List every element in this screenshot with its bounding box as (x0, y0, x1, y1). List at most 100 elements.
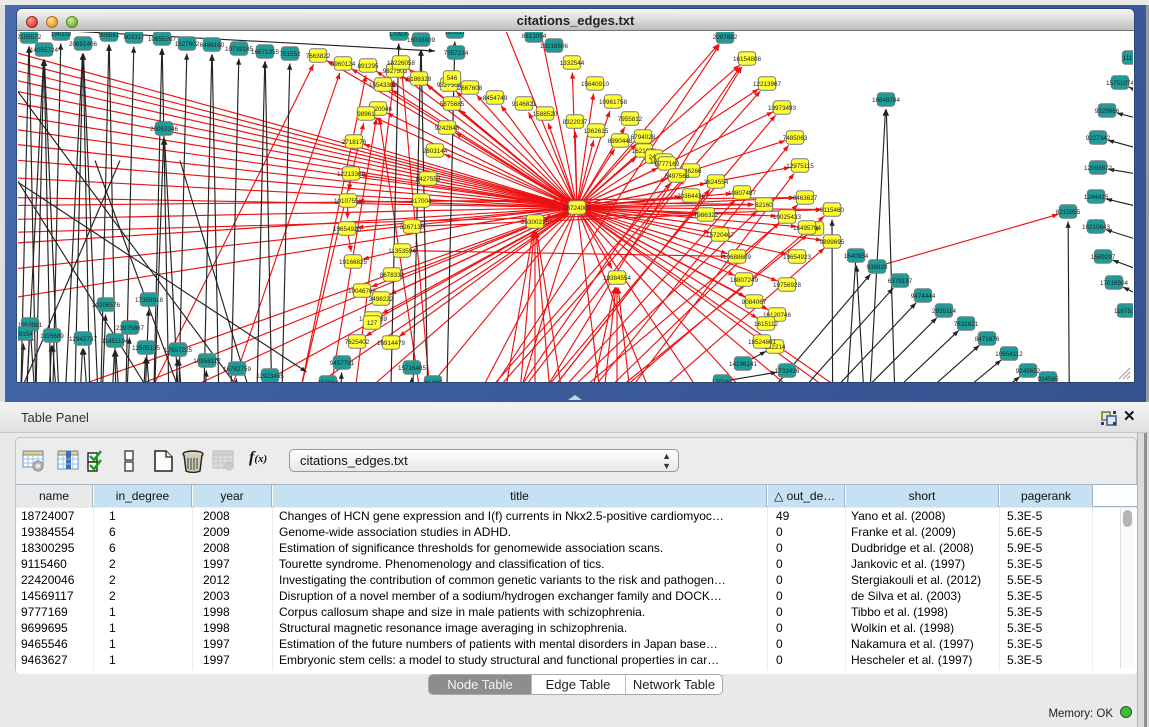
svg-text:17359918: 17359918 (135, 297, 164, 304)
svg-text:10655267: 10655267 (148, 36, 177, 43)
svg-text:16914479: 16914479 (377, 340, 406, 347)
svg-text:19166825: 19166825 (339, 259, 368, 266)
svg-text:23975867: 23975867 (116, 325, 145, 332)
svg-text:1332544: 1332544 (560, 60, 585, 67)
svg-text:14196141: 14196141 (729, 361, 758, 368)
svg-text:8427552: 8427552 (416, 176, 441, 183)
svg-text:18724007: 18724007 (563, 205, 592, 212)
svg-text:9146821: 9146821 (512, 101, 537, 108)
svg-text:25300215: 25300215 (521, 219, 550, 226)
svg-text:1615112: 1615112 (754, 321, 779, 328)
svg-text:8960124: 8960124 (331, 61, 356, 68)
svg-text:1733426: 1733426 (775, 368, 800, 375)
svg-text:1362615: 1362615 (584, 128, 609, 135)
svg-text:91405: 91405 (424, 380, 442, 382)
svg-text:20053346: 20053346 (150, 126, 179, 133)
svg-text:19384554: 19384554 (603, 275, 632, 282)
svg-text:9777169: 9777169 (655, 161, 680, 168)
svg-text:2718176: 2718176 (342, 139, 367, 146)
svg-text:190118: 190118 (51, 32, 72, 38)
svg-text:8678332: 8678332 (380, 272, 405, 279)
svg-text:8813054: 8813054 (522, 33, 547, 40)
svg-text:2867608: 2867608 (458, 85, 483, 92)
svg-text:16543382: 16543382 (369, 82, 398, 89)
svg-text:19756928: 19756928 (773, 282, 802, 289)
svg-text:10958117: 10958117 (193, 358, 221, 365)
svg-text:180317: 180317 (444, 32, 466, 36)
svg-text:6466160: 6466160 (200, 42, 225, 49)
svg-text:16210643: 16210643 (1082, 224, 1111, 231)
svg-text:751552: 751552 (279, 51, 301, 58)
svg-text:9227342: 9227342 (1086, 135, 1111, 142)
svg-text:18524861: 18524861 (748, 339, 777, 346)
svg-text:803317: 803317 (123, 34, 145, 41)
svg-text:1167533: 1167533 (1114, 308, 1133, 315)
svg-text:12213369: 12213369 (337, 171, 366, 178)
svg-text:2935114: 2935114 (932, 308, 957, 315)
svg-text:19218506: 19218506 (540, 43, 569, 50)
svg-text:19654925: 19654925 (333, 226, 362, 233)
svg-text:7663822: 7663822 (306, 53, 331, 60)
svg-text:10107552: 10107552 (334, 198, 363, 205)
svg-text:9084067: 9084067 (742, 299, 767, 306)
svg-text:9899695: 9899695 (820, 239, 845, 246)
svg-text:15716485: 15716485 (398, 365, 427, 372)
svg-text:8186328: 8186328 (407, 76, 432, 83)
svg-text:7955812: 7955812 (618, 116, 643, 123)
svg-text:12093872: 12093872 (1084, 165, 1113, 172)
svg-text:11923465: 11923465 (256, 373, 284, 380)
svg-text:905561: 905561 (98, 32, 120, 39)
svg-text:9245652: 9245652 (1016, 368, 1041, 375)
svg-text:16782759: 16782759 (223, 366, 252, 373)
svg-text:17016504: 17016504 (1100, 280, 1129, 287)
svg-text:12975115: 12975115 (786, 163, 814, 170)
svg-text:7625402: 7625402 (345, 339, 370, 346)
svg-text:3498222: 3498222 (369, 296, 394, 303)
svg-text:10654112: 10654112 (995, 351, 1023, 358)
svg-text:10807487: 10807487 (728, 190, 757, 197)
svg-text:11353594: 11353594 (388, 248, 416, 255)
svg-text:10719185: 10719185 (225, 46, 254, 53)
svg-text:10973493: 10973493 (768, 105, 797, 112)
svg-text:20364436: 20364436 (677, 193, 706, 200)
svg-text:39154: 39154 (18, 331, 33, 338)
svg-text:1115689: 1115689 (40, 333, 64, 340)
svg-text:5875685: 5875685 (440, 101, 465, 108)
svg-text:10961758: 10961758 (599, 99, 628, 106)
svg-text:153014: 153014 (317, 380, 339, 382)
svg-text:9474444: 9474444 (911, 293, 936, 300)
svg-text:6794028: 6794028 (631, 134, 656, 141)
svg-text:19654923: 19654923 (783, 254, 812, 261)
svg-text:12213967: 12213967 (753, 81, 782, 88)
svg-text:9463627: 9463627 (793, 195, 818, 202)
svg-text:17957225: 17957225 (164, 347, 193, 354)
svg-text:9329966: 9329966 (1095, 108, 1120, 115)
svg-text:3267130: 3267130 (400, 224, 425, 231)
svg-text:8454749: 8454749 (483, 95, 508, 102)
svg-text:891295: 891295 (357, 63, 379, 70)
svg-text:20206576: 20206576 (92, 302, 121, 309)
svg-text:62160: 62160 (755, 202, 773, 209)
svg-text:16154808: 16154808 (733, 56, 762, 63)
svg-text:9457791: 9457791 (330, 360, 355, 367)
svg-text:14055724: 14055724 (30, 47, 59, 54)
svg-text:9242848: 9242848 (435, 125, 460, 132)
svg-text:417004: 417004 (410, 198, 432, 205)
svg-text:938928: 938928 (866, 264, 888, 271)
svg-text:6497568: 6497568 (665, 173, 690, 180)
svg-text:10025433: 10025433 (773, 214, 802, 221)
svg-text:170163: 170163 (711, 379, 733, 382)
svg-text:18226058: 18226058 (387, 60, 416, 67)
svg-text:16033809: 16033809 (407, 37, 436, 44)
svg-text:1589297: 1589297 (1091, 254, 1116, 261)
svg-text:12505135: 12505135 (132, 345, 161, 352)
svg-text:3624554: 3624554 (704, 179, 729, 186)
svg-text:20691406: 20691406 (69, 41, 98, 48)
svg-text:8990448: 8990448 (608, 138, 633, 145)
svg-text:18807249: 18807249 (730, 277, 759, 284)
svg-text:6379197: 6379197 (888, 278, 913, 285)
svg-text:11124: 11124 (1123, 55, 1133, 62)
svg-text:7357224: 7357224 (444, 50, 469, 57)
svg-text:15720407: 15720407 (706, 232, 735, 239)
svg-text:1588520: 1588520 (533, 111, 558, 118)
